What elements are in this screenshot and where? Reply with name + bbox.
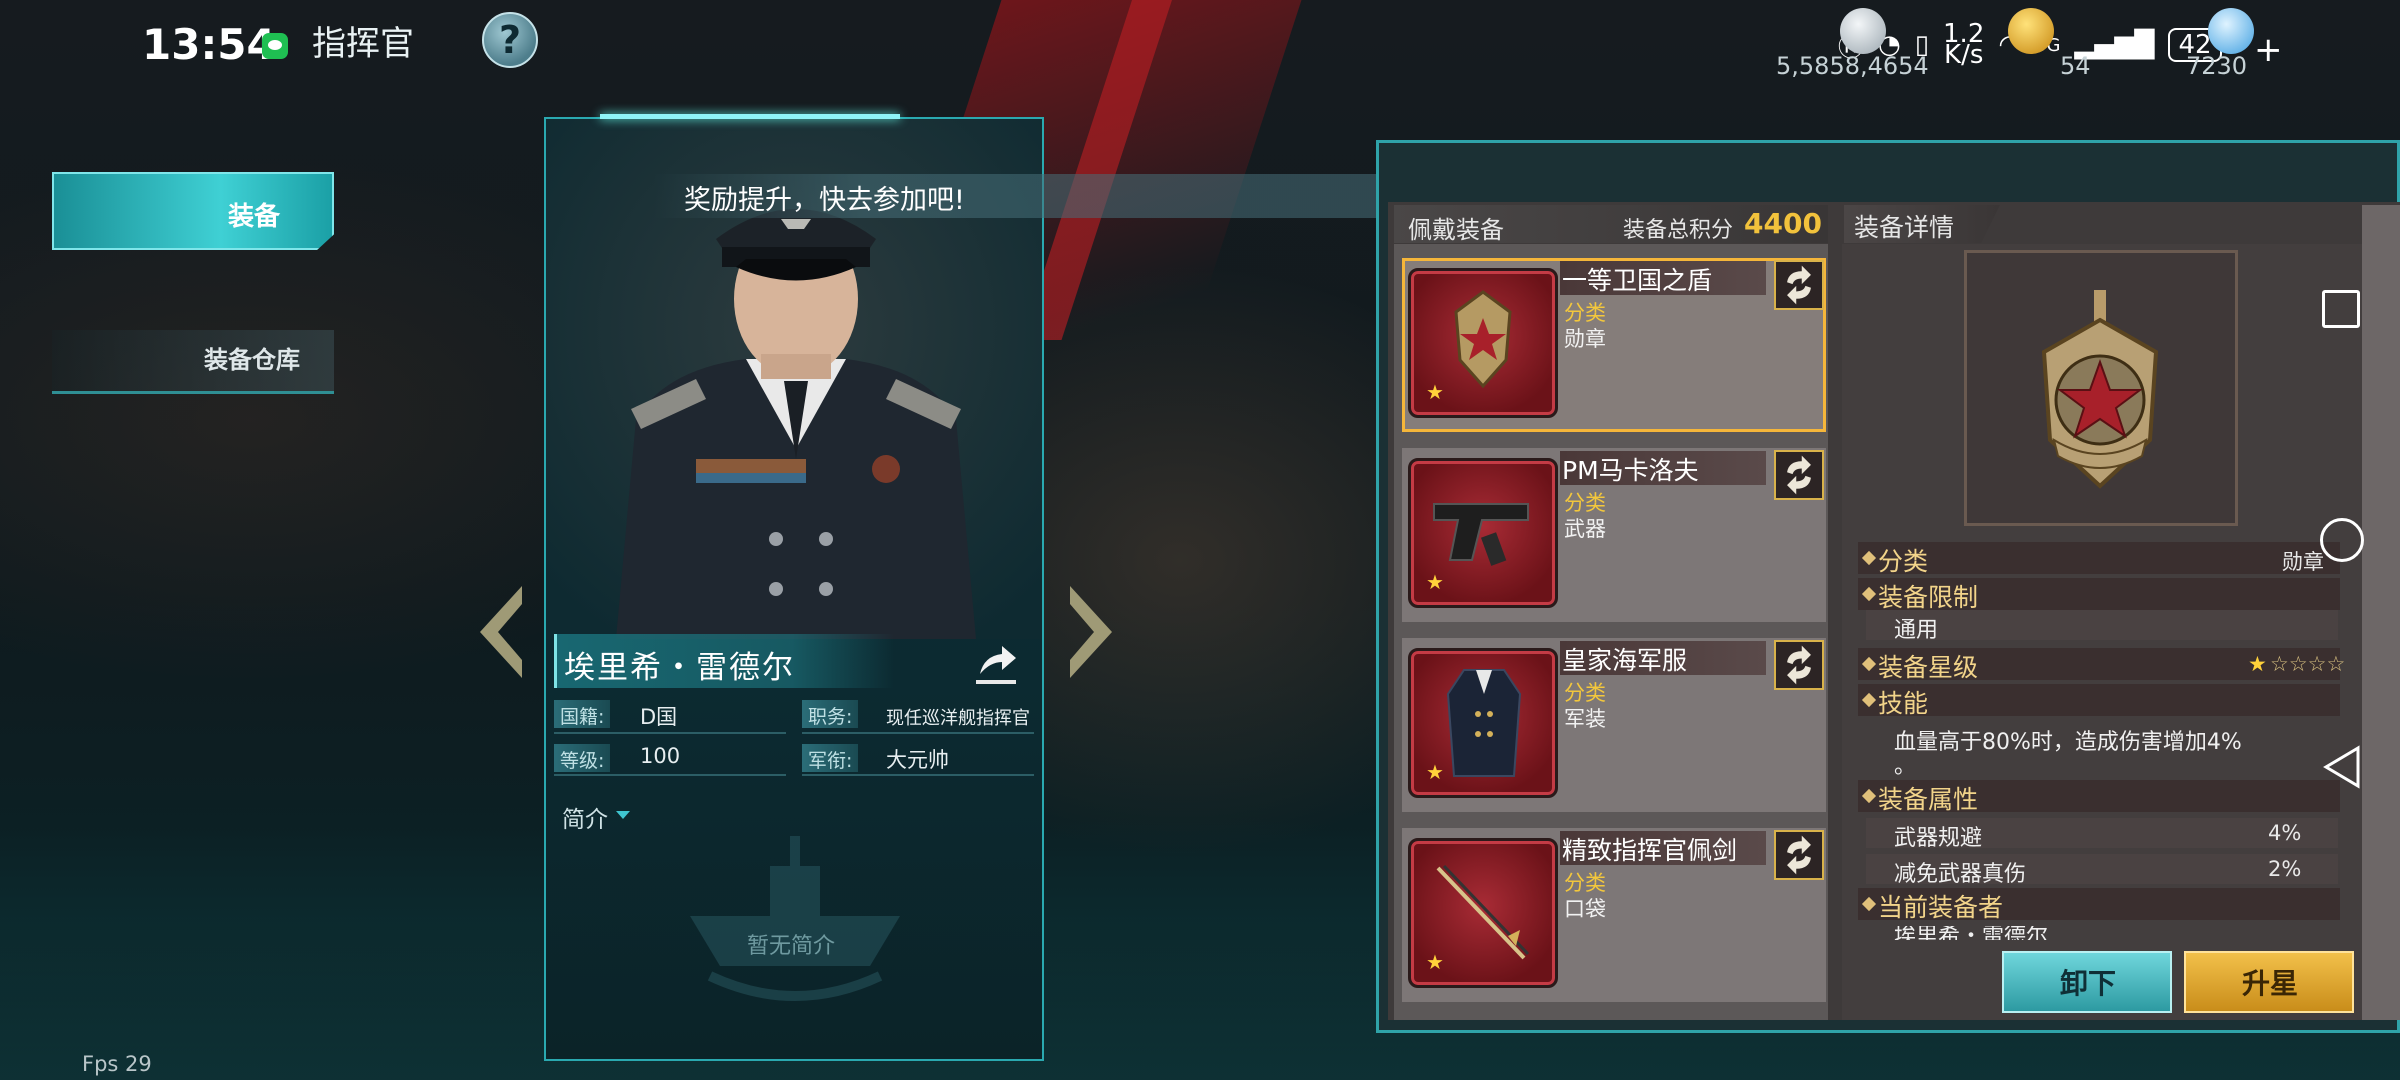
rank-value: 大元帅 — [886, 748, 949, 772]
caret-down-icon — [616, 811, 630, 819]
skill-description: 血量高于80%时，造成伤害增加4% — [1894, 730, 2242, 755]
wearer-clip: 埃里希・雷德尔 — [1894, 926, 2194, 940]
item-category-value: 武器 — [1564, 517, 1606, 541]
star-filled-icon: ★ — [2248, 652, 2267, 676]
no-intro-text: 暂无简介 — [747, 934, 836, 959]
equipment-score-label: 装备总积分 — [1623, 218, 1734, 243]
property-value: 4% — [2268, 821, 2302, 845]
card-top-glow — [600, 114, 900, 119]
net-speed: 1.2 K/s — [1943, 21, 1984, 68]
item-star: ★ — [1426, 950, 1444, 974]
wearer-name: 埃里希・雷德尔 — [1894, 926, 2049, 940]
star-empty-icon: ☆☆☆☆ — [2270, 652, 2346, 676]
equipment-detail-title: 装备详情 — [1854, 213, 1955, 242]
recent-apps-button[interactable] — [2322, 290, 2360, 328]
nav-tab-equipment[interactable] — [52, 172, 334, 250]
info-divider — [802, 774, 1034, 776]
worn-equipment-title: 佩戴装备 — [1408, 216, 1504, 244]
fps-counter: Fps 29 — [82, 1052, 152, 1076]
attr-skill-key: 技能 — [1878, 689, 1929, 718]
previous-commander-arrow[interactable] — [476, 582, 526, 682]
diamond-icon — [2208, 8, 2254, 54]
intro-toggle[interactable]: 简介 — [562, 800, 608, 834]
add-diamond-button[interactable]: + — [2254, 30, 2283, 70]
nav-tab-equipment-storage-label: 装备仓库 — [204, 346, 300, 374]
attr-star-key: 装备星级 — [1878, 653, 1979, 682]
help-button[interactable]: ? — [482, 12, 538, 68]
item-name: PM马卡洛夫 — [1562, 456, 1699, 485]
diamond-amount: 7230 — [2186, 52, 2248, 80]
clock: 13:54 — [142, 20, 276, 69]
item-category-value: 勋章 — [1564, 327, 1606, 351]
info-divider — [554, 774, 786, 776]
item-star: ★ — [1426, 760, 1444, 784]
status-bar: 13:54 指挥官 ? Ⓝ ◔ ▯ 1.2K/s ◠ 5G ▂▄▆█ 42 5,… — [0, 0, 2400, 80]
item-category-value: 口袋 — [1564, 897, 1606, 921]
shield-medal-icon — [1454, 290, 1512, 389]
detail-scroll-strip — [2362, 205, 2400, 1020]
gold-amount: 54 — [2060, 52, 2091, 80]
swap-equipment-button[interactable] — [1774, 450, 1824, 500]
skill-description-cont: 。 — [1894, 754, 1917, 779]
post-key: 职务: — [802, 700, 859, 728]
next-commander-arrow[interactable] — [1066, 582, 1116, 682]
item-star: ★ — [1426, 570, 1444, 594]
upgrade-star-button-label: 升星 — [2242, 967, 2299, 1000]
nav-tab-equipment-label: 装备 — [228, 202, 281, 232]
info-divider — [802, 732, 1034, 734]
warship-emblem-icon — [690, 836, 900, 1001]
item-category-value: 军装 — [1564, 707, 1606, 731]
attr-row-skill — [1858, 684, 2340, 716]
commander-name: 埃里希・雷德尔 — [564, 650, 795, 686]
net-speed-unit: K/s — [1944, 40, 1984, 70]
notice-text[interactable]: 奖励提升，快去参加吧! — [684, 178, 965, 217]
level-value: 100 — [640, 744, 681, 768]
equipment-score-value: 4400 — [1744, 207, 1822, 240]
attr-row-category — [1858, 542, 2340, 574]
uniform-icon — [1446, 669, 1522, 777]
gold-icon — [2008, 8, 2054, 54]
info-divider — [554, 732, 786, 734]
post-value: 现任巡洋舰指挥官 — [886, 708, 1030, 729]
page-title: 指挥官 — [312, 24, 414, 64]
attr-wearer-key: 当前装备者 — [1878, 893, 2004, 922]
silver-icon — [1840, 8, 1886, 54]
attr-category-value: 勋章 — [2282, 550, 2324, 574]
nationality-key: 国籍: — [554, 700, 611, 728]
item-name: 一等卫国之盾 — [1562, 266, 1713, 295]
unequip-button-label: 卸下 — [2060, 967, 2117, 1000]
swap-equipment-button[interactable] — [1774, 640, 1824, 690]
attr-limit-key: 装备限制 — [1878, 583, 1979, 612]
share-icon[interactable] — [972, 640, 1020, 686]
item-name: 皇家海军服 — [1562, 646, 1688, 675]
hero-medal-icon — [2041, 290, 2159, 489]
item-name: 精致指挥官佩剑 — [1562, 836, 1738, 865]
property-name: 武器规避 — [1894, 826, 1983, 851]
sword-icon — [1436, 864, 1530, 960]
swap-equipment-button[interactable] — [1774, 830, 1824, 880]
attr-properties-key: 装备属性 — [1878, 785, 1979, 814]
swap-equipment-button[interactable] — [1774, 260, 1824, 310]
pistol-icon — [1433, 503, 1529, 566]
nationality-value: D国 — [640, 705, 678, 729]
wechat-icon — [262, 33, 288, 59]
attr-limit-value: 通用 — [1894, 618, 1939, 643]
silver-amount: 5,5858,4654 — [1776, 52, 1929, 80]
attr-category-key: 分类 — [1878, 547, 1929, 576]
back-button[interactable] — [2322, 744, 2362, 790]
property-value: 2% — [2268, 857, 2302, 881]
home-button[interactable] — [2320, 518, 2364, 562]
rank-key: 军衔: — [802, 744, 859, 772]
property-name: 减免武器真伤 — [1894, 862, 2027, 887]
level-key: 等级: — [554, 744, 611, 772]
item-star: ★ — [1426, 380, 1444, 404]
